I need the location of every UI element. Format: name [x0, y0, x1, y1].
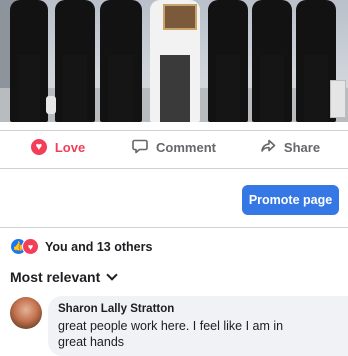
promote-page-button[interactable]: Promote page: [242, 185, 339, 215]
comment-author[interactable]: Sharon Lally Stratton: [58, 303, 174, 315]
avatar[interactable]: [10, 297, 42, 329]
photo-person: [252, 0, 292, 122]
comment-bubble: Sharon Lally Stratton great people work …: [48, 296, 348, 356]
post-actions-bar: Love Comment Share: [0, 131, 348, 163]
love-button[interactable]: Love: [0, 131, 116, 163]
photo-person: [100, 0, 142, 122]
comment-label: Comment: [156, 139, 216, 155]
share-label: Share: [283, 139, 321, 155]
chevron-down-icon: [106, 269, 118, 281]
divider: [0, 168, 348, 169]
photo-bin: [330, 80, 346, 118]
comment-text: great people work here. I feel like I am…: [58, 319, 284, 349]
photo-person: [10, 0, 48, 122]
love-label: Love: [54, 139, 86, 155]
reactions-summary[interactable]: 👍 ♥ You and 13 others: [10, 238, 152, 255]
heart-icon: [30, 138, 47, 156]
photo-person: [55, 0, 95, 122]
share-arrow-icon: [260, 138, 276, 157]
post-photo[interactable]: [0, 0, 348, 122]
photo-person: [208, 0, 248, 122]
reactions-count-text: You and 13 others: [45, 239, 153, 254]
comment-bubble-icon: [132, 138, 148, 157]
comment-sort-dropdown[interactable]: Most relevant: [10, 269, 118, 285]
love-reaction-icon: ♥: [22, 238, 39, 255]
comment-button[interactable]: Comment: [116, 131, 232, 163]
divider: [0, 227, 348, 228]
share-button[interactable]: Share: [232, 131, 348, 163]
comment-sort-label: Most relevant: [10, 269, 101, 285]
photo-bottle: [46, 96, 56, 114]
photo-award-plaque: [163, 4, 197, 30]
